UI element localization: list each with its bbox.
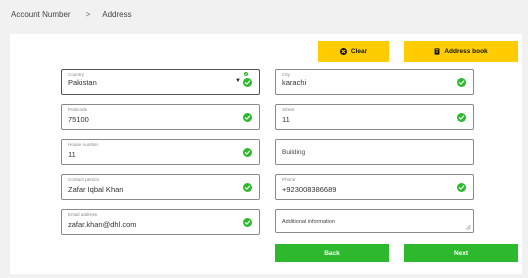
city-label: City bbox=[282, 72, 290, 77]
phone-label: Phone bbox=[282, 177, 296, 182]
breadcrumb-item-account-number[interactable]: Account Number bbox=[11, 10, 71, 19]
contact-person-field[interactable]: Contact person Zafar Iqbal Khan bbox=[61, 174, 260, 200]
breadcrumb-separator: > bbox=[85, 10, 91, 19]
check-circle-icon bbox=[243, 78, 252, 87]
next-button-label: Next bbox=[453, 249, 469, 257]
contact-person-value: Zafar Iqbal Khan bbox=[68, 185, 124, 194]
clear-button[interactable]: Clear bbox=[318, 41, 389, 62]
check-circle-icon bbox=[244, 72, 248, 76]
phone-value: +923008386689 bbox=[282, 185, 337, 194]
house-number-value: 11 bbox=[68, 150, 76, 159]
address-book-button-label: Address book bbox=[444, 48, 488, 55]
next-button[interactable]: Next bbox=[404, 244, 518, 262]
contact-person-label: Contact person bbox=[68, 177, 100, 182]
close-circle-icon bbox=[339, 48, 347, 55]
country-select[interactable]: Country Pakistan ▼ bbox=[61, 69, 260, 95]
back-button-label: Back bbox=[324, 249, 340, 257]
check-circle-icon bbox=[243, 183, 252, 192]
dropdown-caret-icon[interactable]: ▼ bbox=[235, 78, 241, 84]
additional-information-placeholder: Additional information bbox=[282, 219, 335, 225]
country-label: Country bbox=[68, 72, 85, 77]
house-number-label: House number bbox=[68, 142, 99, 147]
back-button[interactable]: Back bbox=[275, 244, 389, 262]
city-value: karachi bbox=[282, 78, 307, 87]
breadcrumb-item-address: Address bbox=[102, 10, 132, 19]
check-circle-icon bbox=[457, 183, 466, 192]
building-field[interactable]: Building bbox=[275, 139, 474, 165]
clear-button-label: Clear bbox=[350, 48, 368, 55]
city-field[interactable]: City karachi bbox=[275, 69, 474, 95]
check-circle-icon bbox=[457, 113, 466, 122]
street-label: Street bbox=[282, 107, 295, 112]
check-circle-icon bbox=[457, 78, 466, 87]
address-book-button[interactable]: Address book bbox=[404, 41, 518, 62]
additional-information-textarea[interactable]: Additional information bbox=[275, 209, 474, 233]
resize-handle-icon[interactable] bbox=[465, 224, 471, 230]
address-book-icon bbox=[434, 48, 440, 55]
postcode-field[interactable]: Postcode 75100 bbox=[61, 104, 260, 130]
email-value: zafar.khan@dhl.com bbox=[68, 220, 137, 229]
building-placeholder: Building bbox=[282, 149, 306, 156]
country-value: Pakistan bbox=[68, 78, 97, 87]
check-circle-icon bbox=[243, 113, 252, 122]
house-number-field[interactable]: House number 11 bbox=[61, 139, 260, 165]
phone-field[interactable]: Phone +923008386689 bbox=[275, 174, 474, 200]
email-field[interactable]: Email address zafar.khan@dhl.com bbox=[61, 209, 260, 235]
check-circle-icon bbox=[243, 148, 252, 157]
postcode-value: 75100 bbox=[68, 115, 89, 124]
street-value: 11 bbox=[282, 115, 290, 124]
breadcrumb: Account Number > Address bbox=[11, 10, 132, 19]
street-field[interactable]: Street 11 bbox=[275, 104, 474, 130]
email-label: Email address bbox=[68, 212, 98, 217]
postcode-label: Postcode bbox=[68, 107, 88, 112]
check-circle-icon bbox=[243, 218, 252, 227]
